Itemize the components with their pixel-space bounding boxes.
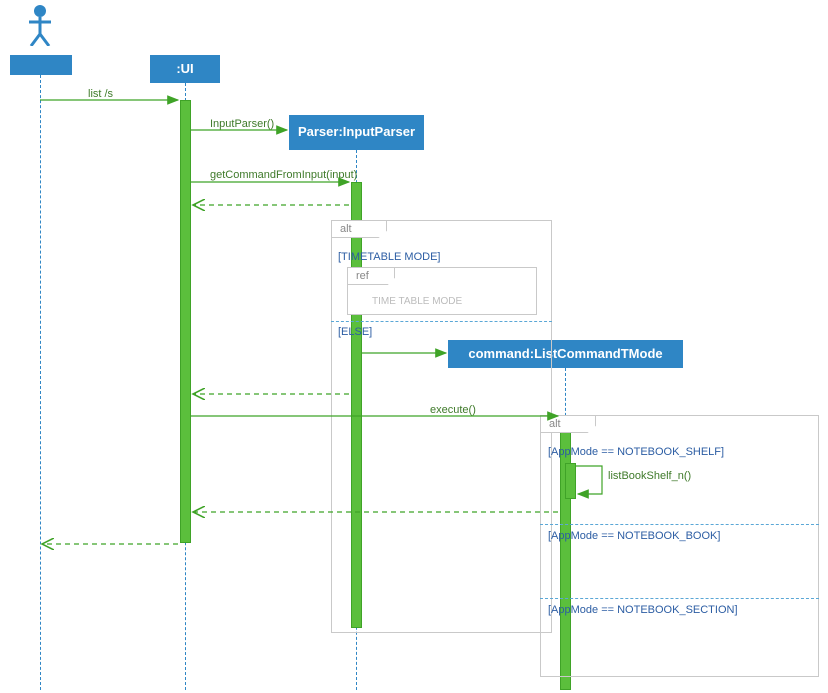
- msg-list: list /s: [88, 88, 113, 100]
- alt1-tag: alt: [340, 223, 352, 235]
- guard-book: [AppMode == NOTEBOOK_BOOK]: [548, 530, 720, 542]
- alt1-tab: alt: [331, 220, 387, 238]
- ref-tag: ref: [356, 270, 369, 282]
- parser-label: Parser:InputParser: [298, 125, 415, 140]
- msg-execute: execute(): [430, 404, 476, 416]
- alt2-divider1: [540, 524, 819, 525]
- guard-section: [AppMode == NOTEBOOK_SECTION]: [548, 604, 738, 616]
- ui-activation: [180, 100, 191, 543]
- msg-listbookshelf: listBookShelf_n(): [608, 470, 691, 482]
- alt2-divider2: [540, 598, 819, 599]
- msg-getcommand: getCommandFromInput(input): [210, 169, 357, 181]
- alt2-tag: alt: [549, 418, 561, 430]
- guard-shelf: [AppMode == NOTEBOOK_SHELF]: [548, 446, 724, 458]
- ref-text: TIME TABLE MODE: [372, 296, 462, 307]
- alt2-tab: alt: [540, 415, 596, 433]
- ref-tab: ref: [347, 267, 395, 285]
- actor-icon: [27, 4, 53, 46]
- alt1-divider: [331, 321, 552, 322]
- actor-lifeline: [40, 75, 41, 690]
- actor-head: [10, 55, 72, 75]
- ui-label: :UI: [176, 62, 193, 77]
- guard-timetable: [TIMETABLE MODE]: [338, 251, 440, 263]
- ui-head: :UI: [150, 55, 220, 83]
- parser-head: Parser:InputParser: [289, 115, 424, 150]
- guard-else: [ELSE]: [338, 326, 372, 338]
- msg-inputparser: InputParser(): [210, 118, 274, 130]
